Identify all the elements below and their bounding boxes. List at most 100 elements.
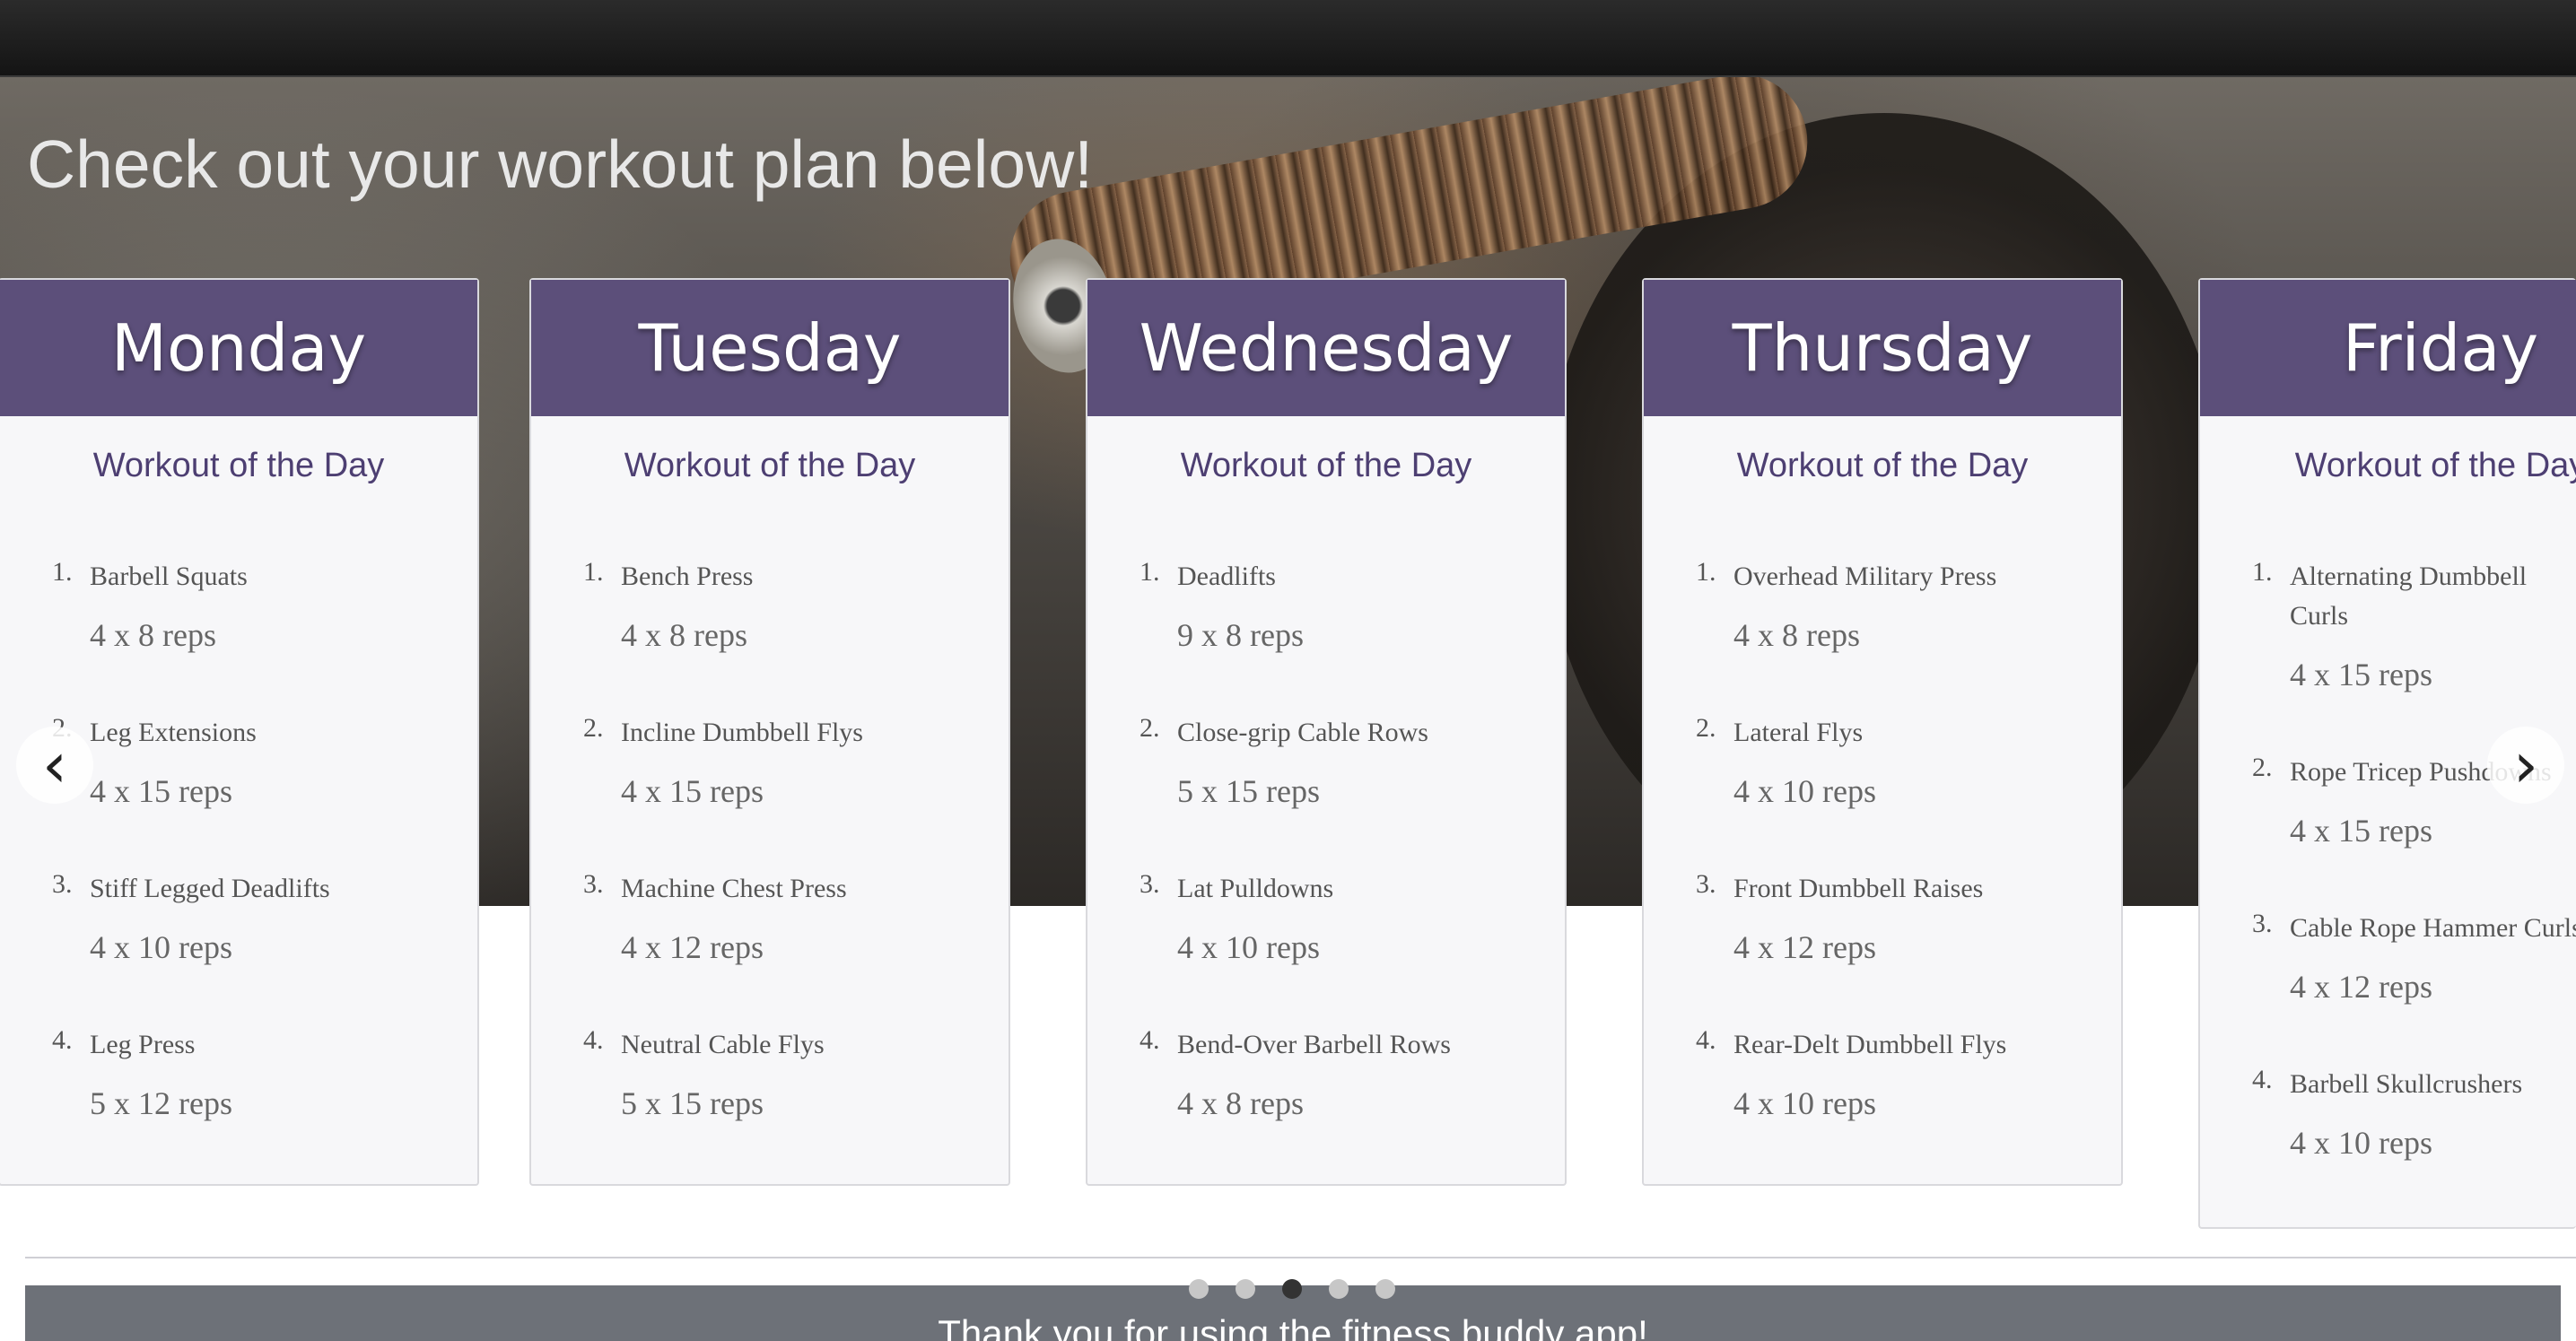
day-card-tuesday: Tuesday Workout of the Day 1. Bench Press… [529,278,1010,1186]
exercise-number: 1. [583,557,604,587]
exercise-list: 1. Deadlifts 9 x 8 reps 2. Close-grip Cable… [1087,557,1565,1122]
exercise-number: 1. [1696,557,1716,587]
exercise-item: 3. Machine Chest Press 4 x 12 reps [583,869,991,966]
carousel-dot-4[interactable] [1329,1279,1349,1299]
exercise-name: Rear-Delt Dumbbell Flys [1733,1030,2007,1059]
exercise-name: Lateral Flys [1733,718,1864,747]
exercise-reps: 4 x 10 reps [1733,773,1876,809]
card-header: Monday [0,280,477,416]
section-divider [25,1257,2576,1258]
exercise-name: Bend-Over Barbell Rows [1177,1030,1451,1059]
exercise-number: 3. [1696,869,1716,899]
exercise-number: 4. [583,1025,604,1055]
card-day-title: Tuesday [638,310,902,386]
exercise-item: 1. Alternating Dumbbell Curls 4 x 15 reps [2252,557,2576,693]
card-subtitle: Workout of the Day [1180,447,1472,484]
card-day-title: Monday [110,310,367,386]
exercise-item: 3. Stiff Legged Deadlifts 4 x 10 reps [52,869,459,966]
exercise-reps: 4 x 10 reps [90,929,232,965]
exercise-reps: 4 x 10 reps [1733,1085,1876,1121]
exercise-number: 1. [1140,557,1160,587]
exercise-item: 3. Cable Rope Hammer Curls 4 x 12 reps [2252,909,2576,1006]
card-day-title: Friday [2342,310,2539,386]
exercise-reps: 4 x 12 reps [621,929,764,965]
exercise-item: 4. Rear-Delt Dumbbell Flys 4 x 10 reps [1696,1025,2103,1122]
exercise-item: 1. Deadlifts 9 x 8 reps [1140,557,1547,654]
exercise-number: 4. [2252,1065,2273,1094]
carousel-dot-2[interactable] [1236,1279,1255,1299]
exercise-name: Machine Chest Press [621,874,847,903]
exercise-number: 2. [1140,713,1160,743]
card-subtitle: Workout of the Day [1736,447,2029,484]
carousel-prev-button[interactable]: ‹ [16,727,93,804]
carousel-dot-3[interactable] [1282,1279,1302,1299]
exercise-reps: 4 x 8 reps [90,617,216,653]
card-header: Tuesday [531,280,1009,416]
chevron-right-icon: › [2513,728,2538,802]
card-header: Friday [2200,280,2576,416]
top-navbar [0,0,2576,77]
exercise-item: 3. Front Dumbbell Raises 4 x 12 reps [1696,869,2103,966]
footer-text: Thank you for using the fitness buddy ap… [938,1312,1648,1341]
card-header: Wednesday [1087,280,1565,416]
card-day-title: Thursday [1732,310,2033,386]
exercise-name: Deadlifts [1177,562,1276,591]
exercise-reps: 5 x 15 reps [621,1085,764,1121]
exercise-reps: 5 x 15 reps [1177,773,1320,809]
carousel-dot-1[interactable] [1189,1279,1209,1299]
exercise-list: 1. Alternating Dumbbell Curls 4 x 15 reps … [2200,557,2576,1162]
exercise-item: 1. Bench Press 4 x 8 reps [583,557,991,654]
exercise-item: 2. Close-grip Cable Rows 5 x 15 reps [1140,713,1547,810]
exercise-number: 4. [1696,1025,1716,1055]
exercise-number: 3. [583,869,604,899]
exercise-reps: 4 x 8 reps [1177,1085,1304,1121]
carousel-dot-5[interactable] [1375,1279,1395,1299]
exercise-reps: 4 x 12 reps [2290,969,2432,1005]
exercise-name: Close-grip Cable Rows [1177,718,1428,747]
exercise-item: 1. Barbell Squats 4 x 8 reps [52,557,459,654]
exercise-item: 2.Leg Extensions4 x 15 reps [52,713,459,810]
exercise-number: 4. [52,1025,73,1055]
exercise-reps: 4 x 15 reps [90,773,232,809]
card-subtitle: Workout of the Day [624,447,916,484]
exercise-reps: 4 x 8 reps [1733,617,1860,653]
exercise-item: 2. Incline Dumbbell Flys 4 x 15 reps [583,713,991,810]
card-subtitle: Workout of the Day [2294,447,2576,484]
exercise-name: Stiff Legged Deadlifts [90,874,330,903]
exercise-item: 4. Leg Press 5 x 12 reps [52,1025,459,1122]
exercise-name: Incline Dumbbell Flys [621,718,863,747]
card-day-title: Wednesday [1139,310,1514,386]
exercise-reps: 4 x 15 reps [621,773,764,809]
exercise-list: 1.Barbell Squats4 x 8 reps 2.Leg Extensi… [0,557,477,1122]
exercise-reps: 4 x 15 reps [2290,813,2432,849]
exercise-name: Cable Rope Hammer Curls [2290,913,2576,943]
exercise-name: Lat Pulldowns [1177,874,1334,903]
exercise-number: 3. [52,869,73,899]
exercise-name: Leg Extensions [90,718,257,747]
exercise-item: 2. Lateral Flys 4 x 10 reps [1696,713,2103,810]
exercise-reps: 5 x 12 reps [90,1085,232,1121]
exercise-name: Neutral Cable Flys [621,1030,825,1059]
exercise-number: 4. [1140,1025,1160,1055]
exercise-number: 2. [583,713,604,743]
carousel-next-button[interactable]: › [2487,727,2564,804]
exercise-list: 1. Bench Press 4 x 8 reps 2. Incline Dumbbe… [531,557,1009,1122]
exercise-name: Front Dumbbell Raises [1733,874,1984,903]
exercise-reps: 4 x 15 reps [2290,657,2432,692]
exercise-item: 4. Barbell Skullcrushers 4 x 10 reps [2252,1065,2576,1162]
exercise-number: 3. [1140,869,1160,899]
day-card-wednesday: Wednesday Workout of the Day 1. Deadlifts… [1086,278,1567,1186]
exercise-number: 2. [1696,713,1716,743]
exercise-name: Alternating Dumbbell Curls [2290,562,2528,631]
exercise-reps: 9 x 8 reps [1177,617,1304,653]
exercise-name: Leg Press [90,1030,196,1059]
exercise-item: 1. Overhead Military Press 4 x 8 reps [1696,557,2103,654]
exercise-number: 1. [52,557,73,587]
exercise-name: Overhead Military Press [1733,562,1997,591]
day-card-thursday: Thursday Workout of the Day 1. Overhead M… [1642,278,2123,1186]
exercise-list: 1. Overhead Military Press 4 x 8 reps 2. La… [1644,557,2121,1122]
exercise-number: 1. [2252,557,2273,587]
exercise-reps: 4 x 8 reps [621,617,747,653]
exercise-name: Bench Press [621,562,754,591]
exercise-number: 2. [2252,753,2273,782]
